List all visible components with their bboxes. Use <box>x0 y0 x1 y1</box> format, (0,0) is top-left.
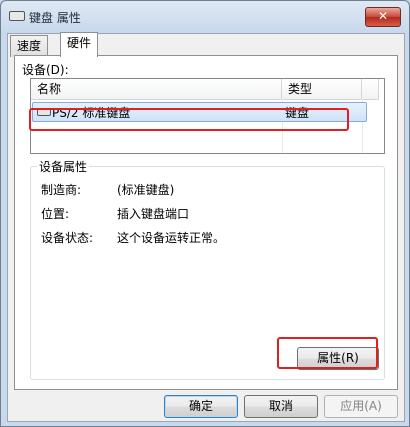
title-bar[interactable]: 键盘 属性 ✕ <box>1 1 409 33</box>
window-title: 键盘 属性 <box>29 11 81 25</box>
cancel-button[interactable]: 取消 <box>244 395 318 418</box>
ok-button[interactable]: 确定 <box>164 395 238 418</box>
location-label: 位置: <box>41 207 70 221</box>
devices-label: 设备(D): <box>22 63 69 77</box>
device-list[interactable]: 名称 类型 PS/2 标准键盘 键盘 <box>30 78 385 154</box>
dialog-window: 键盘 属性 ✕ 速度 硬件 设备(D): 名称 类型 PS/2 标准键盘 键盘 … <box>0 0 410 427</box>
manufacturer-label: 制造商: <box>41 183 82 197</box>
tab-speed[interactable]: 速度 <box>10 35 49 57</box>
device-properties-group: 设备属性 制造商: (标准键盘) 位置: 插入键盘端口 设备状态: 这个设备运转… <box>30 158 385 380</box>
tab-hardware[interactable]: 硬件 <box>60 32 99 57</box>
device-name: PS/2 标准键盘 <box>52 106 131 120</box>
close-button[interactable]: ✕ <box>365 7 401 27</box>
properties-button[interactable]: 属性(R) <box>297 347 379 370</box>
column-header-type[interactable]: 类型 <box>282 79 362 100</box>
hardware-tab-panel: 设备(D): 名称 类型 PS/2 标准键盘 键盘 设备属性 制造商: (标准键… <box>14 55 398 390</box>
device-properties-title: 设备属性 <box>37 158 90 175</box>
keyboard-icon <box>9 11 25 21</box>
device-status-label: 设备状态: <box>41 231 94 245</box>
dialog-client-area: 速度 硬件 设备(D): 名称 类型 PS/2 标准键盘 键盘 设备属性 制造商… <box>7 32 405 422</box>
column-header-filler <box>362 79 379 100</box>
keyboard-icon <box>37 108 51 116</box>
location-value: 插入键盘端口 <box>117 207 190 221</box>
column-header-name[interactable]: 名称 <box>31 79 282 100</box>
device-type: 键盘 <box>285 106 310 120</box>
list-item-ps2-keyboard[interactable]: PS/2 标准键盘 键盘 <box>32 102 367 122</box>
device-status-value: 这个设备运转正常。 <box>117 231 226 245</box>
manufacturer-value: (标准键盘) <box>117 183 175 197</box>
apply-button[interactable]: 应用(A) <box>324 395 398 418</box>
